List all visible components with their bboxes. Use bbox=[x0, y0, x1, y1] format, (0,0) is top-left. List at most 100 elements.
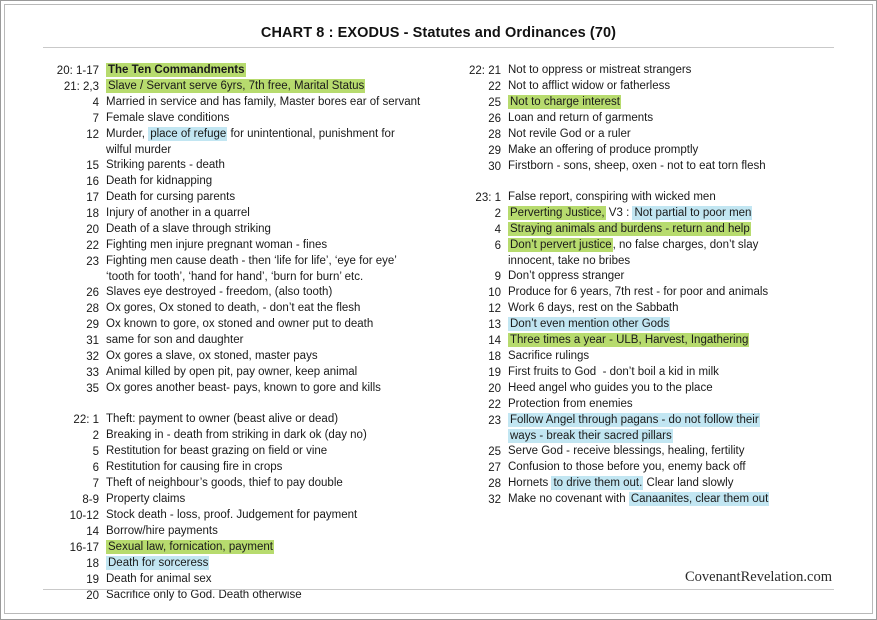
statute-row: 30 Firstborn - sons, sheep, oxen - not to… bbox=[449, 159, 849, 175]
verse-reference: 2 bbox=[92, 430, 99, 442]
statute-text: Not to oppress or mistreat strangers bbox=[501, 63, 849, 78]
plain-text: Protection from enemies bbox=[508, 398, 633, 410]
plain-text: Serve God - receive blessings, healing, … bbox=[508, 445, 745, 457]
plain-text: Striking parents - death bbox=[106, 159, 225, 171]
verse-reference: 4 bbox=[92, 97, 99, 109]
verse-reference: 33 bbox=[86, 367, 99, 379]
statute-row: 33 Animal killed by open pit, pay owner, … bbox=[47, 365, 447, 381]
statute-text: Ox known to gore, ox stoned and owner pu… bbox=[99, 317, 447, 332]
statute-text: Produce for 6 years, 7th rest - for poor… bbox=[501, 285, 849, 300]
statute-text: Perverting Justice, V3 : Not partial to … bbox=[501, 206, 849, 221]
statute-row: 22 Protection from enemies bbox=[449, 397, 849, 413]
verse-reference: 2 bbox=[494, 208, 501, 220]
statute-row: 6 Don’t pervert justice, no false charges… bbox=[449, 238, 849, 254]
verse-reference: 13 bbox=[488, 319, 501, 331]
verse-reference: 23 bbox=[488, 415, 501, 427]
verse-reference: 26 bbox=[488, 113, 501, 125]
plain-text: Ox gores a slave, ox stoned, master pays bbox=[106, 350, 318, 362]
plain-text: Fighting men cause death - then ‘life fo… bbox=[106, 255, 397, 267]
statute-row: 29 Ox known to gore, ox stoned and owner … bbox=[47, 317, 447, 333]
statute-row: 23: 1 False report, conspiring with wicke… bbox=[449, 190, 849, 206]
verse-reference: 32 bbox=[86, 351, 99, 363]
chart-columns: 20: 1-17 The Ten Commandments 21: 2,3 Slave… bbox=[1, 63, 876, 602]
statute-text: Death for animal sex bbox=[99, 572, 447, 587]
plain-text: False report, conspiring with wicked men bbox=[508, 191, 716, 203]
verse-reference: 14 bbox=[86, 526, 99, 538]
plain-text: Hornets bbox=[508, 477, 552, 489]
statute-text: ways - break their sacred pillars bbox=[501, 429, 849, 444]
statute-text: Murder, place of refuge for unintentiona… bbox=[99, 127, 447, 142]
verse-reference: 29 bbox=[488, 145, 501, 157]
statute-row: 25 Not to charge interest bbox=[449, 95, 849, 111]
statute-text: Theft: payment to owner (beast alive or … bbox=[99, 412, 447, 427]
statute-text: ‘tooth for tooth’, ‘hand for hand’, ‘bur… bbox=[99, 270, 447, 285]
statute-text: Ox gores, Ox stoned to death, - don’t ea… bbox=[99, 301, 447, 316]
plain-text: Not revile God or a ruler bbox=[508, 128, 631, 140]
verse-reference: 22 bbox=[488, 81, 501, 93]
verse-reference: 25 bbox=[488, 97, 501, 109]
statute-row: 35 Ox gores another beast- pays, known to… bbox=[47, 381, 447, 397]
statute-text: same for son and daughter bbox=[99, 333, 447, 348]
statute-text: Heed angel who guides you to the place bbox=[501, 381, 849, 396]
statute-row: 32 Ox gores a slave, ox stoned, master pa… bbox=[47, 349, 447, 365]
statute-row: 22: 1 Theft: payment to owner (beast aliv… bbox=[47, 412, 447, 428]
statute-text: False report, conspiring with wicked men bbox=[501, 190, 849, 205]
statute-text: Restitution for causing fire in crops bbox=[99, 460, 447, 475]
verse-reference: 30 bbox=[488, 161, 501, 173]
verse-reference: 16-17 bbox=[69, 542, 99, 554]
highlight-blue: to drive them out. bbox=[551, 476, 644, 490]
statute-text: Confusion to those before you, enemy bac… bbox=[501, 460, 849, 475]
plain-text: Murder, bbox=[106, 128, 149, 140]
highlight-blue: Follow Angel through pagans - do not fol… bbox=[508, 413, 760, 427]
verse-reference: 27 bbox=[488, 462, 501, 474]
site-credit: CovenantRevelation.com bbox=[685, 569, 832, 585]
statute-text: Serve God - receive blessings, healing, … bbox=[501, 444, 849, 459]
verse-reference: 22: 21 bbox=[469, 65, 501, 77]
statute-text: Theft of neighbour’s goods, thief to pay… bbox=[99, 476, 447, 491]
plain-text: Death for cursing parents bbox=[106, 191, 236, 203]
statute-row: ‘tooth for tooth’, ‘hand for hand’, ‘bur… bbox=[47, 270, 447, 285]
statute-text: Don’t oppress stranger bbox=[501, 269, 849, 284]
statute-text: Death of a slave through striking bbox=[99, 222, 447, 237]
statute-row: 28 Ox gores, Ox stoned to death, - don’t … bbox=[47, 301, 447, 317]
highlight-green: Sexual law, fornication, payment bbox=[106, 540, 274, 554]
page-title: CHART 8 : EXODUS - Statutes and Ordinanc… bbox=[260, 25, 617, 41]
statute-row: 20: 1-17 The Ten Commandments bbox=[47, 63, 447, 79]
plain-text: Make no covenant with bbox=[508, 493, 629, 505]
verse-reference: 28 bbox=[488, 478, 501, 490]
verse-reference: 5 bbox=[92, 446, 99, 458]
plain-text: Stock death - loss, proof. Judgement for… bbox=[106, 509, 358, 521]
statute-row: 32 Make no covenant with Canaanites, clea… bbox=[449, 492, 849, 508]
statute-row: 6 Restitution for causing fire in crops bbox=[47, 460, 447, 476]
plain-text: Injury of another in a quarrel bbox=[106, 207, 250, 219]
statute-row: 16 Death for kidnapping bbox=[47, 174, 447, 190]
statute-row: 20 Sacrifice only to God. Death otherwise bbox=[47, 588, 447, 604]
verse-reference: 23: 1 bbox=[475, 192, 501, 204]
statute-row: 26 Loan and return of garments bbox=[449, 111, 849, 127]
highlight-blue: ways - break their sacred pillars bbox=[508, 429, 673, 443]
statute-text: Follow Angel through pagans - do not fol… bbox=[501, 413, 849, 428]
plain-text: Female slave conditions bbox=[106, 112, 230, 124]
verse-reference: 18 bbox=[488, 351, 501, 363]
statute-text: Work 6 days, rest on the Sabbath bbox=[501, 301, 849, 316]
verse-reference: 9 bbox=[494, 271, 501, 283]
verse-reference: 22: 1 bbox=[73, 414, 99, 426]
verse-reference: 15 bbox=[86, 160, 99, 172]
plain-text: Don’t oppress stranger bbox=[508, 270, 625, 282]
plain-text: Not to afflict widow or fatherless bbox=[508, 80, 671, 92]
statute-text: Slave / Servant serve 6yrs, 7th free, Ma… bbox=[99, 79, 447, 94]
statute-row: 15 Striking parents - death bbox=[47, 158, 447, 174]
statute-text: Slaves eye destroyed - freedom, (also to… bbox=[99, 285, 447, 300]
verse-reference: 6 bbox=[494, 240, 501, 252]
statute-text: Fighting men cause death - then ‘life fo… bbox=[99, 254, 447, 269]
statute-text: Injury of another in a quarrel bbox=[99, 206, 447, 221]
statute-row: 7 Theft of neighbour’s goods, thief to pa… bbox=[47, 476, 447, 492]
statute-row: 18 Sacrifice rulings bbox=[449, 349, 849, 365]
statute-text: Loan and return of garments bbox=[501, 111, 849, 126]
plain-text: Work 6 days, rest on the Sabbath bbox=[508, 302, 679, 314]
statute-row: 10-12 Stock death - loss, proof. Judgemen… bbox=[47, 508, 447, 524]
plain-text: Death of a slave through striking bbox=[106, 223, 271, 235]
statute-row: 20 Heed angel who guides you to the place bbox=[449, 381, 849, 397]
verse-reference: 12 bbox=[488, 303, 501, 315]
statute-text: Death for cursing parents bbox=[99, 190, 447, 205]
